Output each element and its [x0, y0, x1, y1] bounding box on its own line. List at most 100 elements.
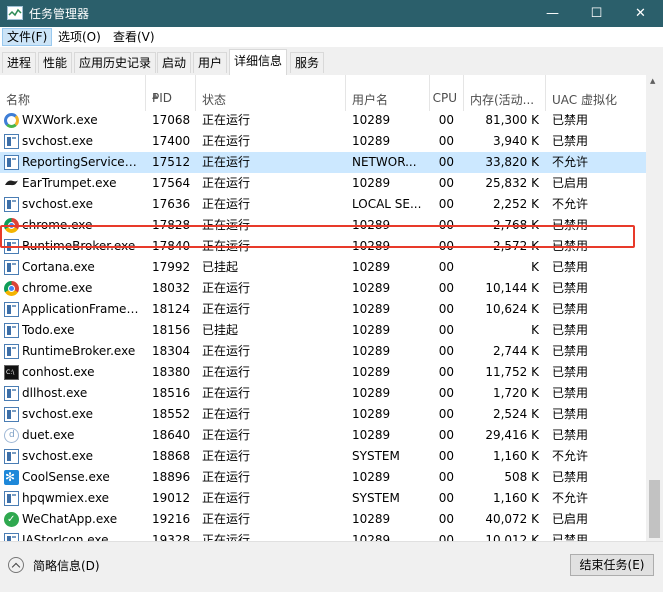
cell-user: 10289 [352, 533, 391, 541]
column-memory-label: 内存(活动... [470, 93, 535, 107]
cell-name: IAStorIcon.exe [22, 533, 109, 541]
cell-status: 正在运行 [202, 302, 251, 316]
table-row[interactable]: IAStorIcon.exe 19328 正在运行 10289 00 10,012 K 已禁… [0, 530, 646, 541]
close-button[interactable]: ✕ [618, 0, 663, 27]
title-bar: 任务管理器 — ☐ ✕ [0, 0, 663, 27]
cell-uac: 已禁用 [552, 365, 589, 379]
column-user[interactable]: 用户名 [346, 75, 430, 111]
chevron-up-icon[interactable] [8, 557, 24, 573]
end-task-button[interactable]: 结束任务(E) [570, 554, 654, 576]
table-row[interactable]: conhost.exe 18380 正在运行 10289 00 11,752 K 已禁用 [0, 362, 646, 383]
table-row[interactable]: hpqwmiex.exe 19012 正在运行 SYSTEM 00 1,160 K 不允许 [0, 488, 646, 509]
column-uac-label: UAC 虚拟化 [552, 93, 617, 107]
column-memory[interactable]: 内存(活动... [464, 75, 546, 111]
cell-user: 10289 [352, 323, 391, 337]
cell-user: 10289 [352, 428, 391, 442]
cell-name: svchost.exe [22, 449, 93, 463]
cell-pid: 19012 [152, 491, 191, 505]
service-icon [4, 302, 19, 317]
tab-app-history[interactable]: 应用历史记录 [74, 52, 157, 73]
tab-users[interactable]: 用户 [193, 52, 228, 73]
cell-cpu: 00 [438, 176, 454, 190]
column-name[interactable]: 名称 [0, 75, 146, 111]
cell-user: 10289 [352, 281, 391, 295]
cell-user: 10289 [352, 176, 391, 190]
cell-uac: 已禁用 [552, 470, 589, 484]
column-status[interactable]: 状态 [196, 75, 346, 111]
table-row[interactable]: Todo.exe 18156 已挂起 10289 00 K 已禁用 [0, 320, 646, 341]
cell-uac: 已禁用 [552, 533, 589, 541]
cell-user: NETWOR... [352, 155, 417, 169]
cell-status: 正在运行 [202, 512, 251, 526]
scroll-up-icon[interactable]: ▲ [650, 77, 655, 85]
column-uac[interactable]: UAC 虚拟化 [546, 75, 646, 111]
service-icon [4, 344, 19, 359]
table-row[interactable]: dllhost.exe 18516 正在运行 10289 00 1,720 K 已禁用 [0, 383, 646, 404]
scrollbar-thumb[interactable] [649, 480, 660, 538]
cell-name: svchost.exe [22, 134, 93, 148]
cell-name: WXWork.exe [22, 113, 98, 127]
menu-view[interactable]: 查看(V) [109, 29, 159, 45]
tab-details[interactable]: 详细信息 [229, 49, 288, 75]
table-row[interactable]: svchost.exe 18868 正在运行 SYSTEM 00 1,160 K 不允许 [0, 446, 646, 467]
cell-status: 正在运行 [202, 407, 251, 421]
cell-uac: 已禁用 [552, 113, 589, 127]
menu-options[interactable]: 选项(O) [54, 29, 105, 45]
column-status-label: 状态 [202, 93, 227, 107]
tab-processes[interactable]: 进程 [2, 52, 37, 73]
column-user-label: 用户名 [352, 93, 389, 107]
cell-name: dllhost.exe [22, 386, 88, 400]
table-row[interactable]: chrome.exe 18032 正在运行 10289 00 10,144 K 已禁用 [0, 278, 646, 299]
table-row[interactable]: WXWork.exe 17068 正在运行 10289 00 81,300 K 已禁用 [0, 110, 646, 131]
table-row[interactable]: WeChatApp.exe 19216 正在运行 10289 00 40,072 K 已启用 [0, 509, 646, 530]
cell-cpu: 00 [438, 533, 454, 541]
table-row[interactable]: ReportingServices... 17512 正在运行 NETWOR... 00… [0, 152, 646, 173]
cell-status: 正在运行 [202, 344, 251, 358]
service-icon [4, 155, 19, 170]
table-row[interactable]: svchost.exe 17400 正在运行 10289 00 3,940 K 已禁用 [0, 131, 646, 152]
cell-mem: 10,012 K [485, 533, 539, 541]
cell-user: 10289 [352, 512, 391, 526]
cell-name: RuntimeBroker.exe [22, 344, 136, 358]
table-row[interactable]: CoolSense.exe 18896 正在运行 10289 00 508 K 已禁用 [0, 467, 646, 488]
cell-uac: 已禁用 [552, 344, 589, 358]
column-cpu[interactable]: CPU [430, 75, 464, 111]
cell-cpu: 00 [438, 281, 454, 295]
cell-mem: 10,624 K [485, 302, 539, 316]
fewer-details-link[interactable]: 简略信息(D) [33, 557, 100, 574]
details-panel: 名称 ▲ PID 状态 用户名 CPU 内存(活动... UAC 虚拟化 WXW… [0, 75, 663, 541]
cell-cpu: 00 [438, 113, 454, 127]
duet-icon [4, 425, 19, 446]
table-row[interactable]: svchost.exe 18552 正在运行 10289 00 2,524 K 已禁用 [0, 404, 646, 425]
cell-status: 正在运行 [202, 386, 251, 400]
cell-user: SYSTEM [352, 491, 400, 505]
cell-mem: 1,160 K [492, 449, 539, 463]
tab-services[interactable]: 服务 [290, 52, 325, 73]
vertical-scrollbar[interactable]: ▲ [646, 75, 663, 541]
console-icon [4, 362, 19, 383]
column-pid[interactable]: ▲ PID [146, 75, 196, 111]
cell-uac: 已禁用 [552, 323, 589, 337]
menu-file[interactable]: 文件(F) [2, 28, 53, 46]
minimize-button[interactable]: — [530, 0, 575, 27]
cell-pid: 18896 [152, 470, 191, 484]
cell-name: conhost.exe [22, 365, 95, 379]
table-row[interactable]: svchost.exe 17636 正在运行 LOCAL SE... 00 2,252 K… [0, 194, 646, 215]
table-row[interactable]: ApplicationFrameH... 18124 正在运行 10289 00 10,6… [0, 299, 646, 320]
table-row[interactable]: Cortana.exe 17992 已挂起 10289 00 K 已禁用 [0, 257, 646, 278]
table-row[interactable]: EarTrumpet.exe 17564 正在运行 10289 00 25,832 K 已启… [0, 173, 646, 194]
menu-bar: 文件(F) 选项(O) 查看(V) [0, 27, 663, 48]
tab-startup[interactable]: 启动 [157, 52, 192, 73]
wxwork-icon [4, 113, 19, 128]
tab-performance[interactable]: 性能 [38, 52, 73, 73]
cell-uac: 已禁用 [552, 260, 589, 274]
table-row[interactable]: RuntimeBroker.exe 18304 正在运行 10289 00 2,744 K… [0, 341, 646, 362]
cell-status: 正在运行 [202, 176, 251, 190]
cell-cpu: 00 [438, 197, 454, 211]
service-icon [4, 407, 19, 422]
column-header: 名称 ▲ PID 状态 用户名 CPU 内存(活动... UAC 虚拟化 [0, 75, 646, 111]
table-row[interactable]: duet.exe 18640 正在运行 10289 00 29,416 K 已禁用 [0, 425, 646, 446]
cell-cpu: 00 [438, 302, 454, 316]
cell-user: 10289 [352, 260, 391, 274]
maximize-button[interactable]: ☐ [574, 0, 619, 27]
